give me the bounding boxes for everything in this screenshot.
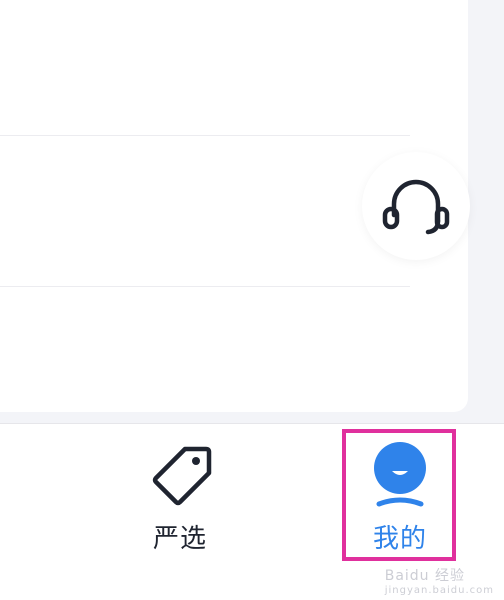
annotation-highlight: [342, 429, 456, 561]
tab-strict[interactable]: 严选: [100, 424, 260, 564]
watermark-text: Baidu 经验: [384, 568, 466, 584]
app-screen: 严选 我的 Baidu 经验 jingyan.baidu.com: [0, 0, 504, 600]
watermark-subtext: jingyan.baidu.com: [384, 585, 494, 596]
tab-strict-label: 严选: [152, 524, 207, 554]
watermark: Baidu 经验 jingyan.baidu.com: [385, 565, 494, 596]
customer-service-button[interactable]: [362, 152, 470, 260]
headset-icon: [382, 179, 450, 235]
list-item[interactable]: [0, 136, 410, 287]
list-item[interactable]: [0, 287, 410, 412]
list-item[interactable]: [0, 0, 410, 136]
tag-icon: [145, 440, 215, 510]
